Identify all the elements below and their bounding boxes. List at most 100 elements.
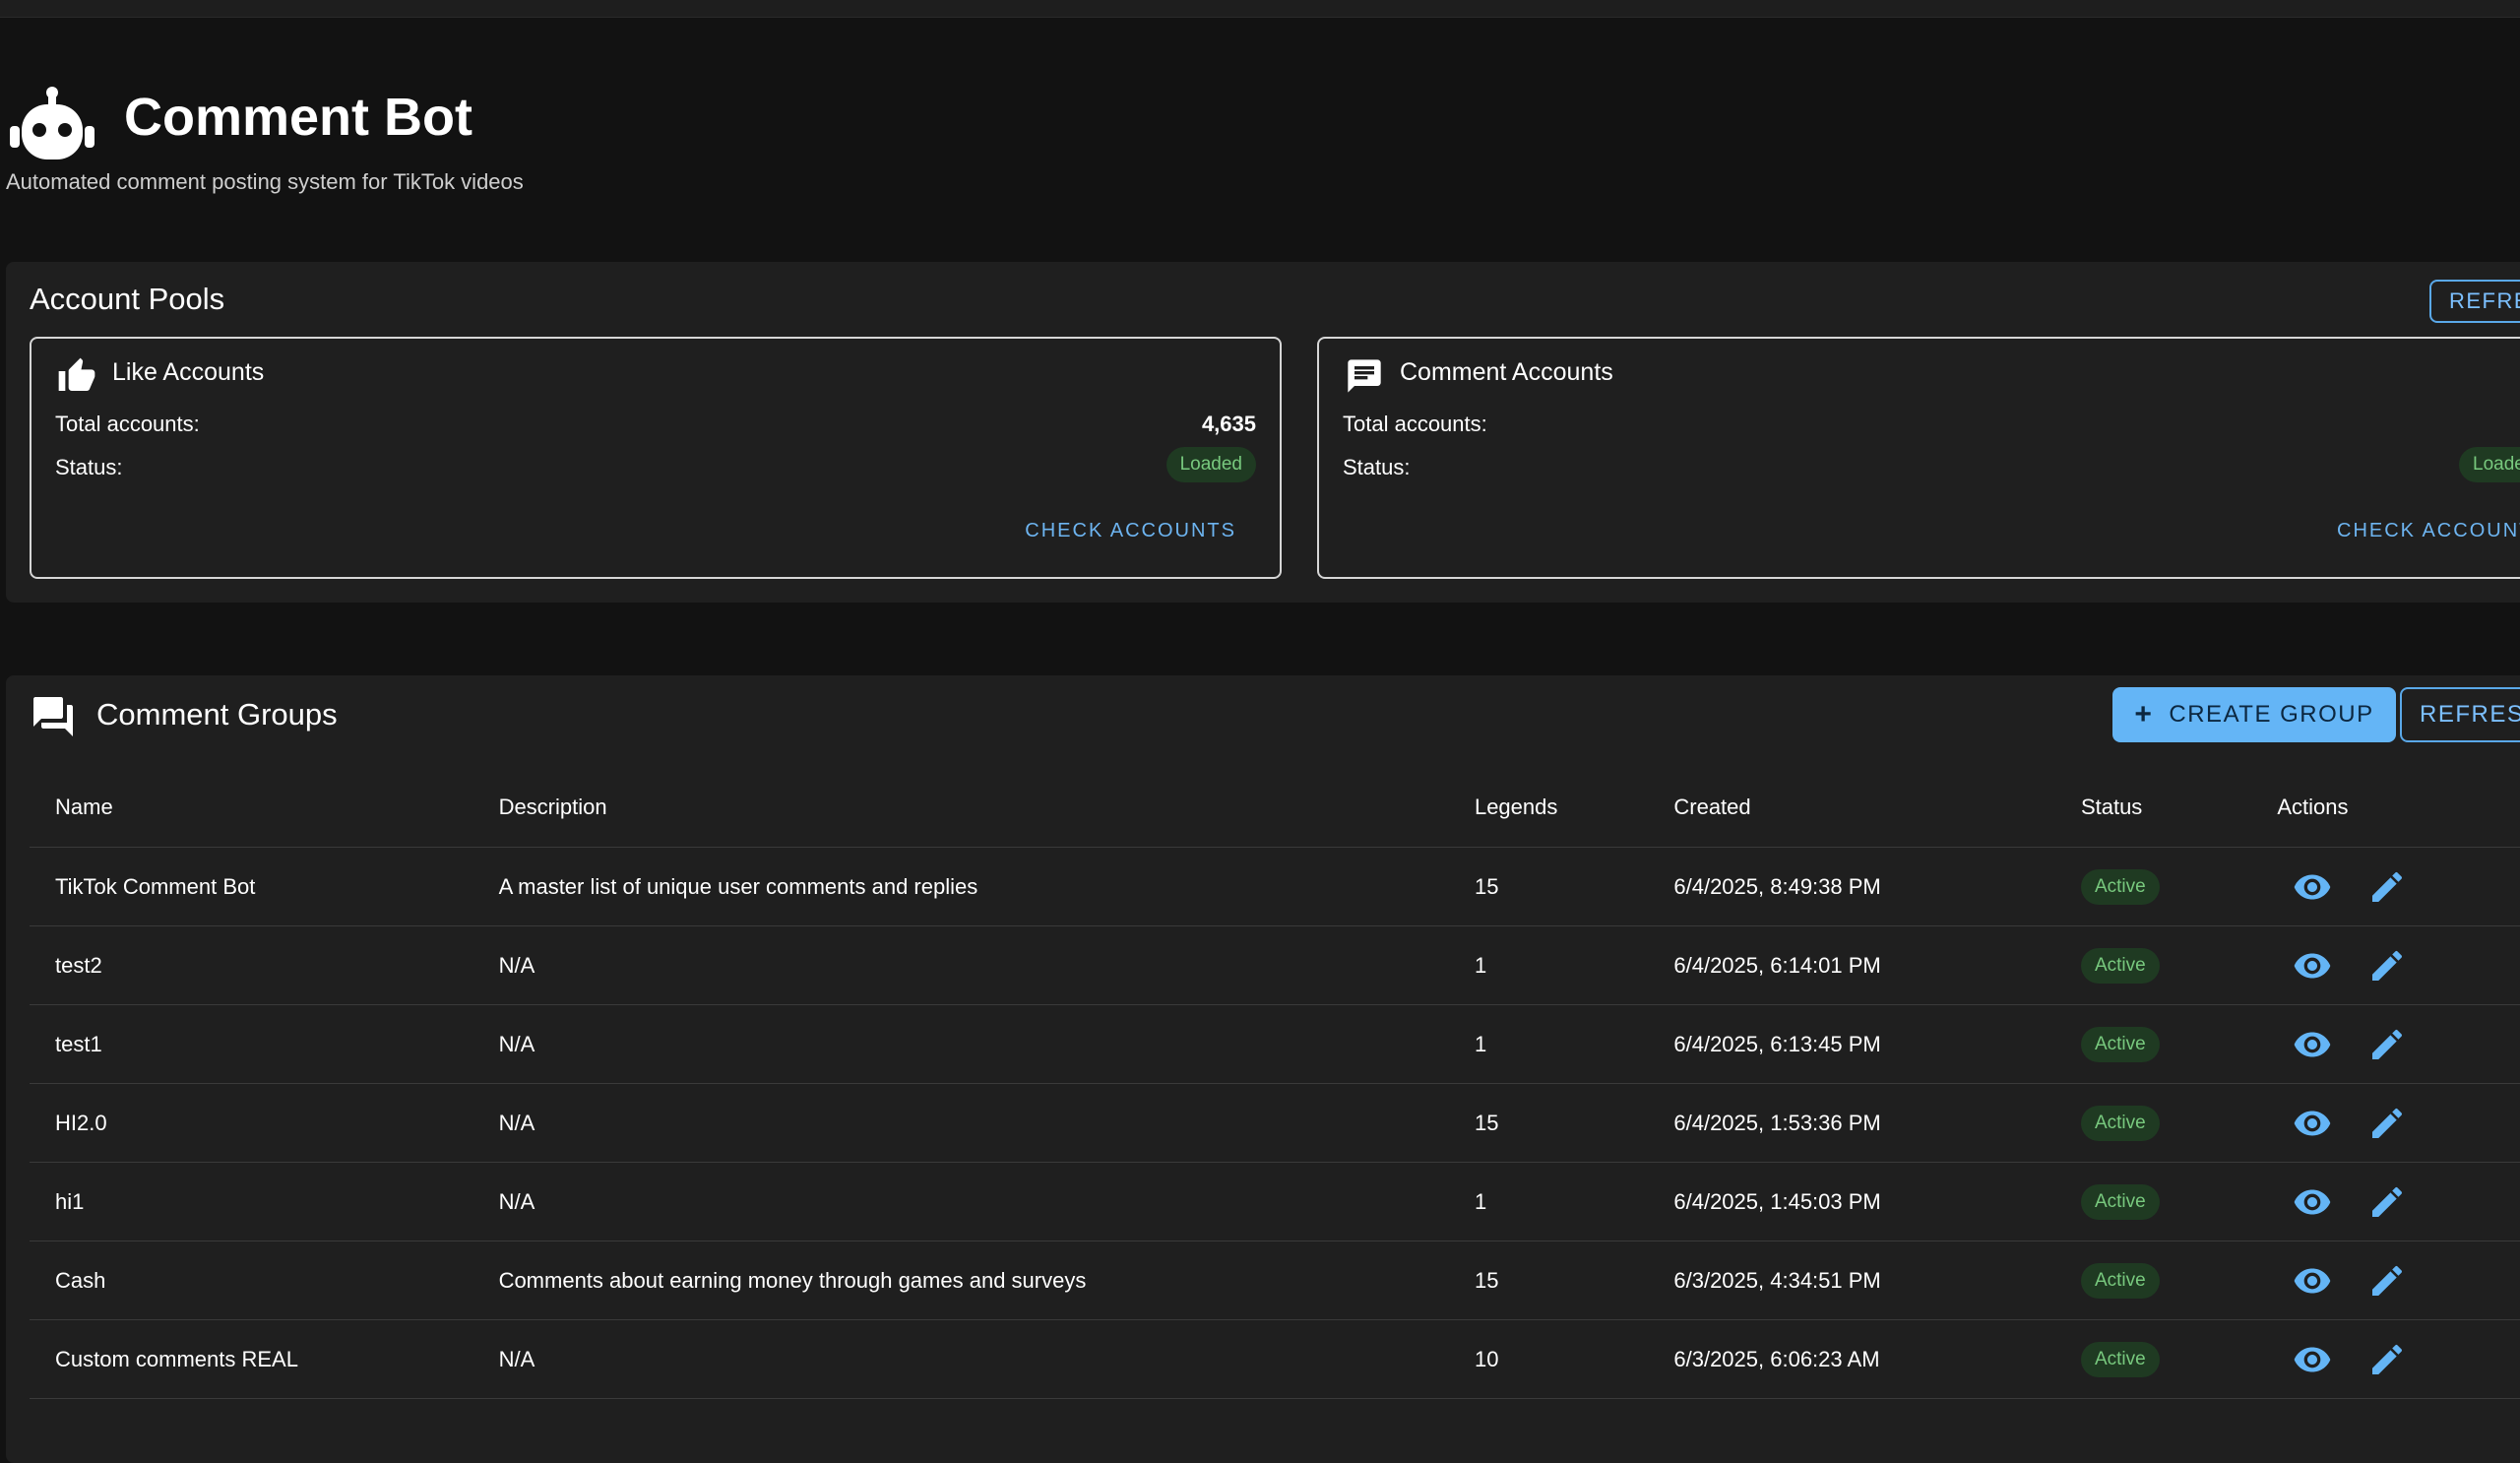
- create-group-label: CREATE GROUP: [2169, 701, 2374, 728]
- table-row: HI2.0 N/A 15 6/4/2025, 1:53:36 PM Active: [30, 1083, 2520, 1163]
- group-created-cell: 6/4/2025, 8:49:38 PM: [1673, 847, 2081, 926]
- like-accounts-card: Like Accounts Total accounts: 4,635 Stat…: [30, 337, 1282, 579]
- comment-accounts-title: Comment Accounts: [1400, 358, 1613, 386]
- status-badge: Active: [2080, 1183, 2160, 1220]
- table-row: hi1 N/A 1 6/4/2025, 1:45:03 PM Active: [30, 1162, 2520, 1241]
- group-description-cell: A master list of unique user comments an…: [498, 847, 1475, 926]
- table-row: Custom comments REAL N/A 10 6/3/2025, 6:…: [30, 1319, 2520, 1399]
- status-label: Status:: [55, 455, 123, 479]
- group-legends-cell: 1: [1474, 925, 1674, 1005]
- edit-icon[interactable]: [2367, 1261, 2407, 1301]
- column-header-created[interactable]: Created: [1673, 768, 2081, 848]
- group-actions-cell: [2277, 1162, 2520, 1241]
- group-actions-cell: [2277, 925, 2520, 1005]
- view-icon[interactable]: [2293, 1340, 2332, 1379]
- status-badge: Active: [2080, 1026, 2160, 1062]
- refresh-pools-button[interactable]: REFRESH: [2429, 280, 2520, 323]
- group-name-cell: Custom comments REAL: [30, 1319, 499, 1399]
- edit-icon[interactable]: [2367, 1025, 2407, 1064]
- create-group-button[interactable]: + CREATE GROUP: [2112, 687, 2396, 742]
- plus-icon: +: [2134, 698, 2154, 731]
- edit-icon[interactable]: [2367, 1104, 2407, 1143]
- group-created-cell: 6/4/2025, 1:53:36 PM: [1673, 1083, 2081, 1163]
- group-legends-cell: 10: [1474, 1319, 1674, 1399]
- group-created-cell: 6/3/2025, 4:34:51 PM: [1673, 1240, 2081, 1320]
- group-created-cell: 6/4/2025, 6:14:01 PM: [1673, 925, 2081, 1005]
- comment-icon: [1348, 359, 1381, 393]
- refresh-groups-button[interactable]: REFRESH: [2400, 687, 2520, 742]
- column-header-description[interactable]: Description: [498, 768, 1475, 848]
- table-header-row: Name Description Legends Created Status …: [30, 768, 2520, 848]
- like-accounts-title: Like Accounts: [112, 358, 265, 386]
- column-header-name[interactable]: Name: [30, 768, 499, 848]
- group-name-cell: test2: [30, 925, 499, 1005]
- status-badge: Active: [2080, 1105, 2160, 1141]
- comment-groups-panel: Comment Groups + CREATE GROUP REFRESH Na…: [6, 675, 2520, 1463]
- table-row: test1 N/A 1 6/4/2025, 6:13:45 PM Active: [30, 1004, 2520, 1084]
- group-actions-cell: [2277, 1004, 2520, 1084]
- group-status-cell: Active: [2080, 1083, 2278, 1163]
- status-badge: Active: [2080, 1341, 2160, 1377]
- browser-top-bar: [0, 0, 2520, 18]
- view-icon[interactable]: [2293, 1025, 2332, 1064]
- view-icon[interactable]: [2293, 867, 2332, 907]
- view-icon[interactable]: [2293, 1104, 2332, 1143]
- comment-groups-title: Comment Groups: [96, 697, 338, 732]
- column-header-status[interactable]: Status: [2080, 768, 2278, 848]
- view-icon[interactable]: [2293, 1261, 2332, 1301]
- status-badge: Loaded: [2459, 447, 2520, 482]
- thumbs-up-icon: [58, 357, 95, 391]
- account-pools-panel: Account Pools REFRESH Like Accounts Tota…: [6, 262, 2520, 603]
- comment-groups-table: Name Description Legends Created Status …: [30, 768, 2520, 1399]
- group-actions-cell: [2277, 847, 2520, 926]
- group-legends-cell: 15: [1474, 1083, 1674, 1163]
- account-pools-title: Account Pools: [30, 282, 225, 316]
- robot-icon: [10, 87, 94, 159]
- column-header-actions: Actions: [2277, 768, 2520, 848]
- group-name-cell: Cash: [30, 1240, 499, 1320]
- group-description-cell: N/A: [498, 1319, 1475, 1399]
- status-badge: Active: [2080, 1262, 2160, 1299]
- group-name-cell: TikTok Comment Bot: [30, 847, 499, 926]
- group-description-cell: Comments about earning money through gam…: [498, 1240, 1475, 1320]
- group-description-cell: N/A: [498, 1083, 1475, 1163]
- view-icon[interactable]: [2293, 946, 2332, 986]
- table-row: test2 N/A 1 6/4/2025, 6:14:01 PM Active: [30, 925, 2520, 1005]
- edit-icon[interactable]: [2367, 1182, 2407, 1222]
- group-actions-cell: [2277, 1083, 2520, 1163]
- group-created-cell: 6/4/2025, 6:13:45 PM: [1673, 1004, 2081, 1084]
- table-row: TikTok Comment Bot A master list of uniq…: [30, 847, 2520, 926]
- group-status-cell: Active: [2080, 1240, 2278, 1320]
- group-status-cell: Active: [2080, 925, 2278, 1005]
- group-description-cell: N/A: [498, 1162, 1475, 1241]
- group-legends-cell: 15: [1474, 847, 1674, 926]
- view-icon[interactable]: [2293, 1182, 2332, 1222]
- group-name-cell: hi1: [30, 1162, 499, 1241]
- comment-accounts-card: Comment Accounts Total accounts: Status:…: [1317, 337, 2520, 579]
- total-accounts-label: Total accounts:: [55, 412, 200, 436]
- status-badge: Loaded: [1166, 447, 1256, 482]
- group-legends-cell: 1: [1474, 1004, 1674, 1084]
- status-label: Status:: [1343, 455, 1411, 479]
- edit-icon[interactable]: [2367, 1340, 2407, 1379]
- check-like-accounts-button[interactable]: CHECK ACCOUNTS: [1025, 520, 1236, 542]
- group-legends-cell: 15: [1474, 1240, 1674, 1320]
- page-subtitle: Automated comment posting system for Tik…: [6, 169, 524, 194]
- forum-icon: [33, 697, 73, 736]
- column-header-legends[interactable]: Legends: [1474, 768, 1674, 848]
- group-name-cell: HI2.0: [30, 1083, 499, 1163]
- check-comment-accounts-button[interactable]: CHECK ACCOUNTS: [2337, 520, 2520, 542]
- group-name-cell: test1: [30, 1004, 499, 1084]
- group-actions-cell: [2277, 1319, 2520, 1399]
- group-actions-cell: [2277, 1240, 2520, 1320]
- status-badge: Active: [2080, 868, 2160, 905]
- status-badge: Active: [2080, 947, 2160, 984]
- edit-icon[interactable]: [2367, 867, 2407, 907]
- page-title: Comment Bot: [124, 88, 472, 147]
- group-status-cell: Active: [2080, 847, 2278, 926]
- total-accounts-label: Total accounts:: [1343, 412, 1487, 436]
- group-description-cell: N/A: [498, 925, 1475, 1005]
- group-status-cell: Active: [2080, 1319, 2278, 1399]
- group-status-cell: Active: [2080, 1004, 2278, 1084]
- edit-icon[interactable]: [2367, 946, 2407, 986]
